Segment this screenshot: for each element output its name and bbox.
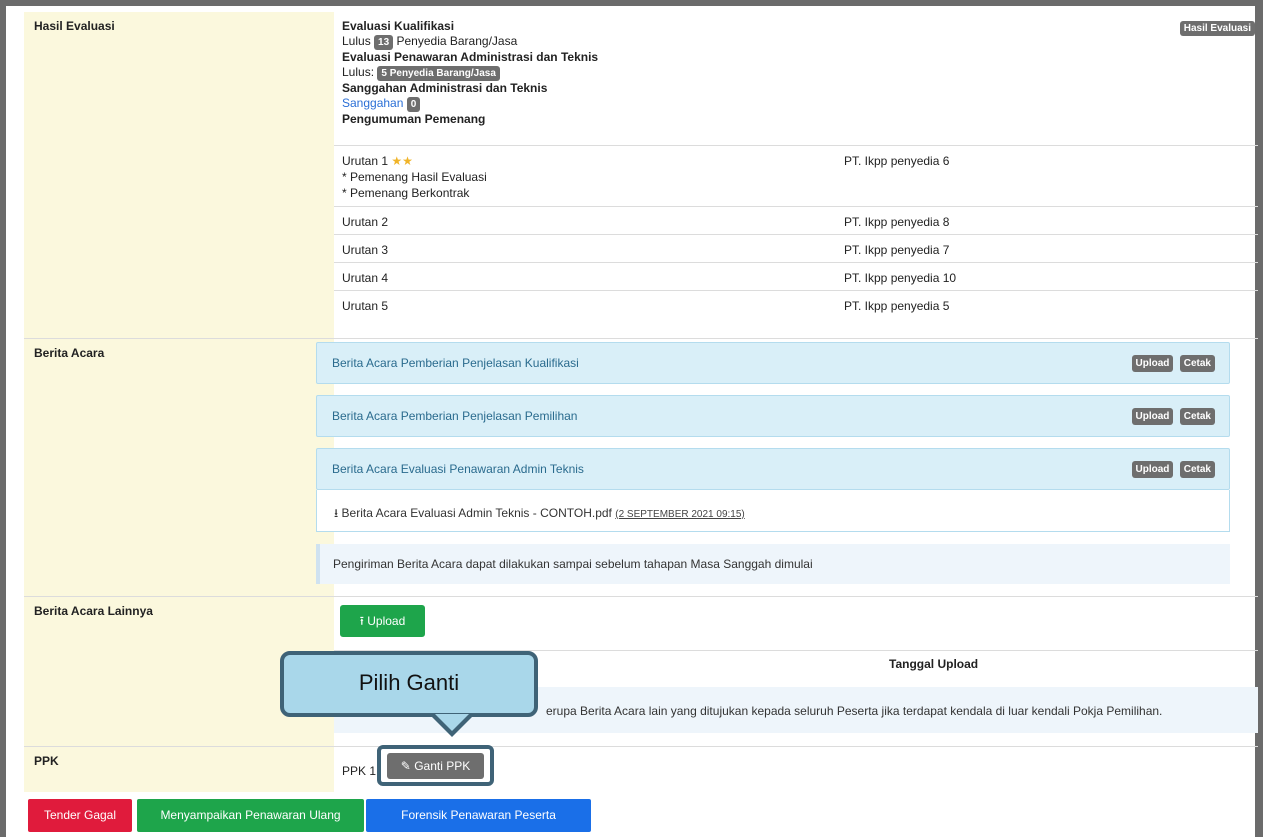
sanggahan-link[interactable]: Sanggahan	[342, 96, 403, 110]
ba-panel-title: Berita Acara Pemberian Penjelasan Kualif…	[332, 356, 579, 370]
ba-info-text: Pengiriman Berita Acara dapat dilakukan …	[333, 557, 813, 571]
ba-file-link[interactable]: ⭳ Berita Acara Evaluasi Admin Teknis - C…	[334, 504, 745, 525]
ppk-row: PPK PPK 1	[24, 746, 1258, 792]
urutan-provider: PT. Ikpp penyedia 5	[844, 299, 950, 313]
upload-lainnya-label: Upload	[367, 614, 406, 628]
urutan-rank-label: Urutan 1	[342, 154, 389, 168]
penawaran-ulang-button[interactable]: Menyampaikan Penawaran Ulang	[137, 799, 364, 832]
hasil-evaluasi-label: Hasil Evaluasi	[24, 12, 334, 338]
pengumuman-title: Pengumuman Pemenang	[342, 112, 486, 126]
ppk-label: PPK	[24, 747, 334, 792]
ba-lainnya-info-text: erupa Berita Acara lain yang ditujukan k…	[546, 704, 1163, 718]
star-icon: ★★	[391, 154, 413, 168]
ba-panel-admin-teknis[interactable]: Berita Acara Evaluasi Penawaran Admin Te…	[316, 448, 1230, 490]
urutan-provider: PT. Ikpp penyedia 7	[844, 243, 950, 257]
urutan-provider: PT. Ikpp penyedia 8	[844, 215, 950, 229]
cetak-button[interactable]: Cetak	[1179, 355, 1215, 372]
sanggahan-title: Sanggahan Administrasi dan Teknis	[342, 81, 548, 95]
upload-button[interactable]: Upload	[1131, 355, 1174, 372]
tanggal-upload-header: Tanggal Upload	[889, 657, 979, 671]
urutan-row: Urutan 4 PT. Ikpp penyedia 10	[334, 262, 1258, 290]
urutan-provider: PT. Ikpp penyedia 6	[844, 154, 950, 168]
callout-pointer-fill	[435, 714, 469, 731]
urutan-rank: Urutan 4	[342, 271, 389, 285]
ganti-ppk-button[interactable]: ✎ Ganti PPK	[387, 753, 484, 779]
ba-panel-title: Berita Acara Evaluasi Penawaran Admin Te…	[332, 462, 584, 476]
ba-file-box: ⭳ Berita Acara Evaluasi Admin Teknis - C…	[316, 490, 1230, 532]
ba-info-alert: Pengiriman Berita Acara dapat dilakukan …	[316, 544, 1230, 584]
tender-gagal-button[interactable]: Tender Gagal	[28, 799, 132, 832]
kualifikasi-count-badge: 13	[374, 35, 394, 50]
upload-icon: ⭱	[359, 614, 364, 628]
urutan-rank: Urutan 5	[342, 299, 389, 313]
penawaran-count-badge: 5 Penyedia Barang/Jasa	[377, 66, 500, 81]
ba-lainnya-row: Berita Acara Lainnya Tanggal Upload erup…	[24, 596, 1258, 746]
berita-acara-label: Berita Acara	[24, 339, 334, 596]
sanggahan-count-badge: 0	[406, 97, 421, 112]
penawaran-lulus-prefix: Lulus:	[342, 65, 375, 79]
urutan-row: Urutan 5 PT. Ikpp penyedia 5	[334, 290, 1258, 320]
cetak-button[interactable]: Cetak	[1179, 408, 1215, 425]
edit-icon: ✎	[400, 759, 411, 773]
callout-bubble: Pilih Ganti	[280, 651, 538, 717]
urutan-row: Urutan 3 PT. Ikpp penyedia 7	[334, 234, 1258, 262]
forensik-button[interactable]: Forensik Penawaran Peserta	[366, 799, 591, 832]
cetak-button[interactable]: Cetak	[1179, 461, 1215, 478]
pemenang-note: * Pemenang Hasil Evaluasi	[342, 170, 487, 184]
urutan-rank: Urutan 3	[342, 243, 389, 257]
ba-panel-title: Berita Acara Pemberian Penjelasan Pemili…	[332, 409, 578, 423]
ppk-value: PPK 1	[342, 764, 377, 778]
ganti-ppk-label: Ganti PPK	[414, 759, 471, 773]
hasil-evaluasi-row: Hasil Evaluasi Hasil Evaluasi Evaluasi K…	[24, 12, 1258, 338]
urutan-rank: Urutan 2	[342, 215, 389, 229]
penawaran-lulus: Lulus: 5 Penyedia Barang/Jasa	[342, 65, 1252, 81]
hasil-evaluasi-badge[interactable]: Hasil Evaluasi	[1179, 21, 1255, 36]
kualifikasi-lulus-prefix: Lulus	[342, 34, 371, 48]
upload-button[interactable]: Upload	[1131, 408, 1174, 425]
kualifikasi-lulus: Lulus 13 Penyedia Barang/Jasa	[342, 34, 1252, 50]
download-icon: ⭳	[334, 506, 339, 520]
sanggahan-line: Sanggahan 0	[342, 96, 1252, 112]
ba-file-date: (2 SEPTEMBER 2021 09:15)	[615, 509, 745, 520]
penawaran-title: Evaluasi Penawaran Administrasi dan Tekn…	[342, 50, 599, 64]
pemenang-note: * Pemenang Berkontrak	[342, 186, 470, 200]
kualifikasi-title: Evaluasi Kualifikasi	[342, 19, 455, 33]
upload-button[interactable]: Upload	[1131, 461, 1174, 478]
ba-panel-pemilihan[interactable]: Berita Acara Pemberian Penjelasan Pemili…	[316, 395, 1230, 437]
urutan-row: Urutan 1 ★★ * Pemenang Hasil Evaluasi * …	[334, 145, 1258, 206]
ba-file-name[interactable]: Berita Acara Evaluasi Admin Teknis - CON…	[342, 506, 612, 520]
urutan-rank: Urutan 1 ★★ * Pemenang Hasil Evaluasi * …	[342, 153, 487, 201]
upload-lainnya-button[interactable]: ⭱ Upload	[340, 605, 425, 637]
kualifikasi-suffix: Penyedia Barang/Jasa	[396, 34, 518, 48]
ba-panel-kualifikasi[interactable]: Berita Acara Pemberian Penjelasan Kualif…	[316, 342, 1230, 384]
urutan-provider: PT. Ikpp penyedia 10	[844, 271, 957, 285]
urutan-row: Urutan 2 PT. Ikpp penyedia 8	[334, 206, 1258, 234]
